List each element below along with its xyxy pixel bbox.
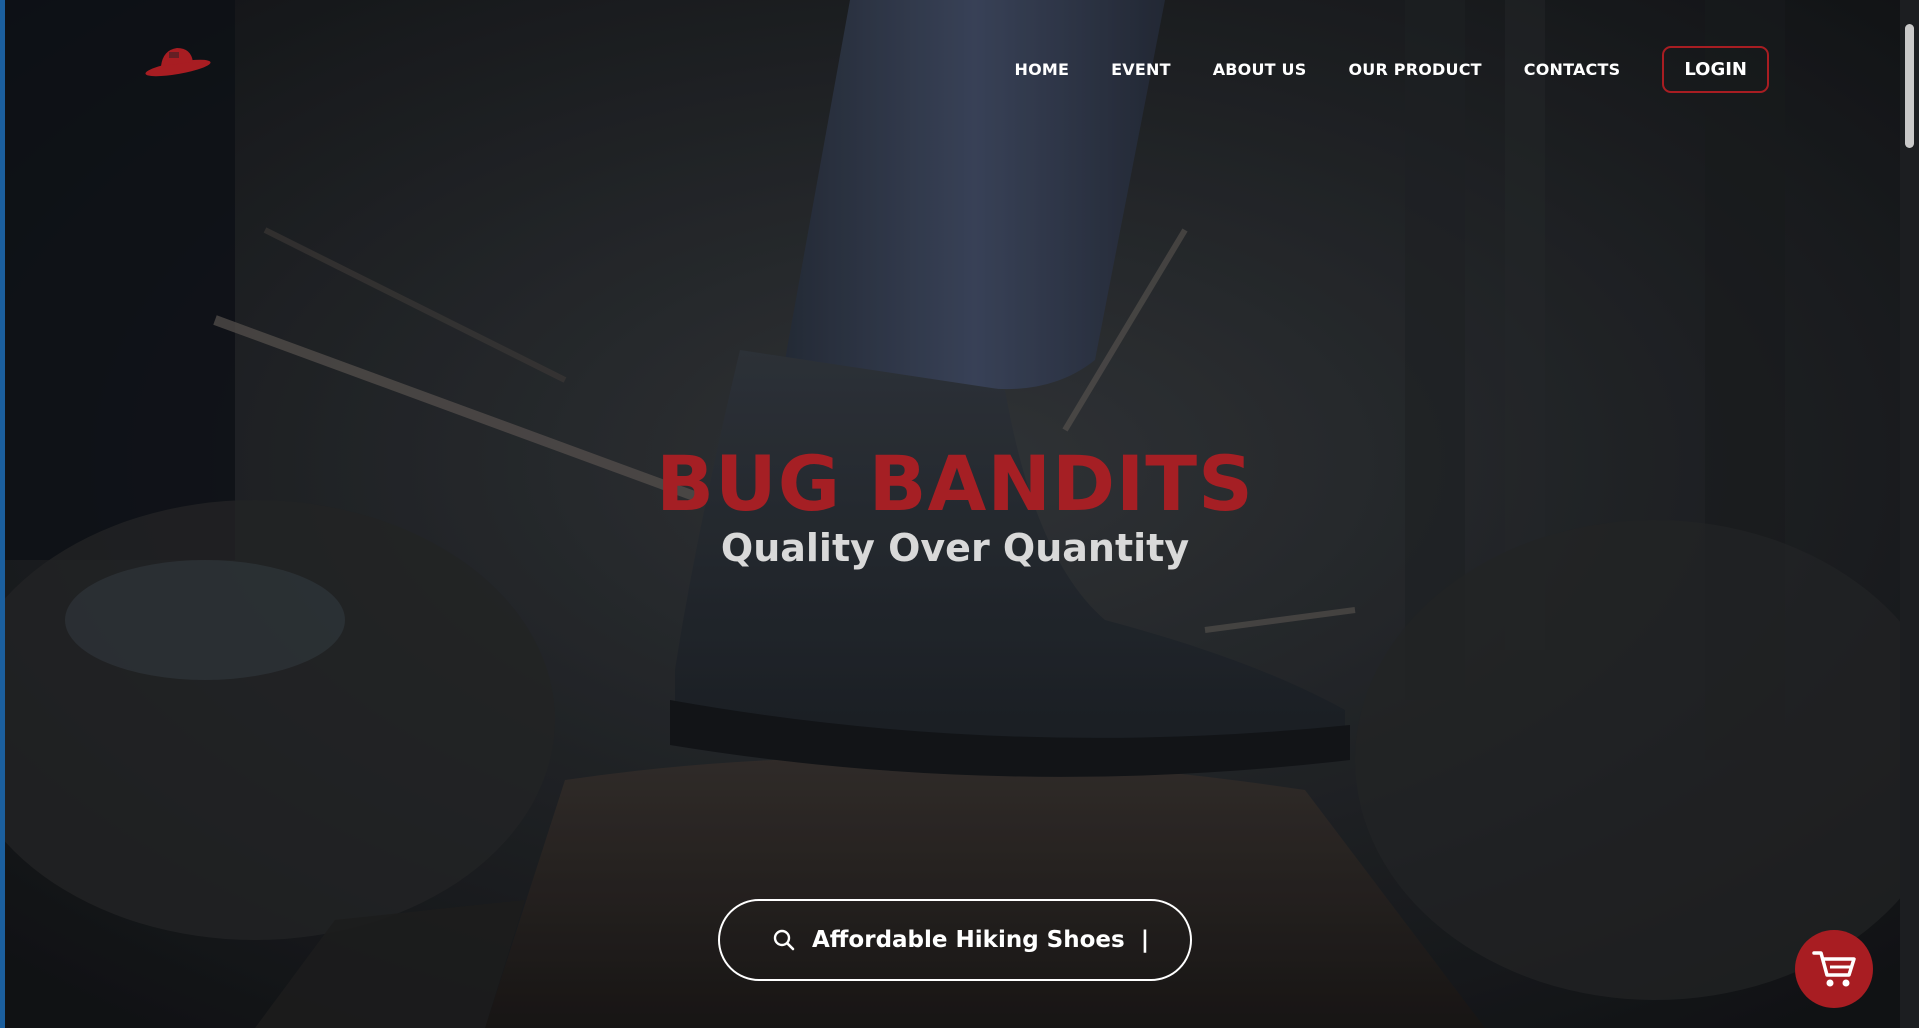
cart-button[interactable] bbox=[1795, 930, 1873, 1008]
hero-subtitle: Quality Over Quantity bbox=[720, 526, 1190, 570]
nav-contacts[interactable]: CONTACTS bbox=[1524, 60, 1621, 79]
scrollbar-thumb[interactable] bbox=[1905, 24, 1914, 148]
main-nav: HOME EVENT ABOUT US OUR PRODUCT CONTACTS… bbox=[1015, 45, 1769, 93]
nav-our-product[interactable]: OUR PRODUCT bbox=[1348, 60, 1481, 79]
hat-icon[interactable] bbox=[143, 40, 213, 78]
search-icon bbox=[773, 929, 795, 951]
search-typed-text: Affordable Hiking Shoes bbox=[812, 927, 1125, 953]
scrollbar[interactable] bbox=[1900, 0, 1919, 1028]
search-caret: | bbox=[1140, 927, 1150, 953]
nav-home[interactable]: HOME bbox=[1015, 60, 1070, 79]
search-bar[interactable]: Affordable Hiking Shoes | bbox=[718, 899, 1192, 981]
page: HOME EVENT ABOUT US OUR PRODUCT CONTACTS… bbox=[0, 0, 1919, 1028]
nav-event[interactable]: EVENT bbox=[1111, 60, 1171, 79]
cart-icon bbox=[1812, 951, 1856, 987]
nav-about-us[interactable]: ABOUT US bbox=[1213, 60, 1307, 79]
login-button[interactable]: LOGIN bbox=[1662, 45, 1769, 93]
hero-title: BUG BANDITS bbox=[656, 439, 1254, 528]
